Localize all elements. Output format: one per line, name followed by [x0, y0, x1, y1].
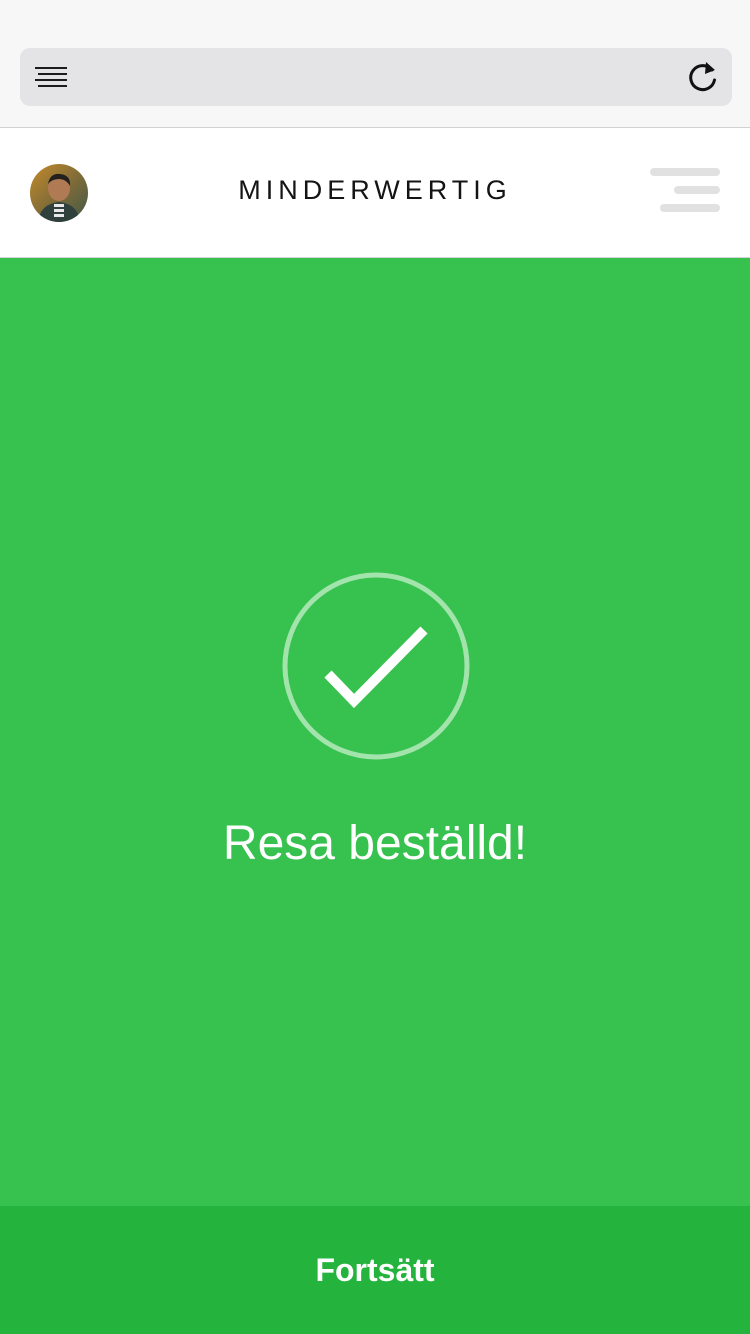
reload-icon[interactable]: [686, 60, 720, 94]
confirmation-screen: MINDERWERTIG Resa beställd! Fortsätt: [0, 0, 750, 1334]
brand-logo: MINDERWERTIG: [238, 175, 512, 205]
confirmation-message: Resa beställd!: [222, 817, 528, 870]
checkmark-circle-icon: [282, 572, 470, 760]
app-header: MINDERWERTIG: [0, 128, 750, 258]
reader-lines-icon[interactable]: [35, 66, 67, 90]
continue-button[interactable]: Fortsätt: [0, 1206, 750, 1334]
address-bar[interactable]: [20, 48, 732, 106]
hamburger-menu-icon[interactable]: [648, 166, 722, 216]
browser-toolbar: [0, 0, 750, 128]
